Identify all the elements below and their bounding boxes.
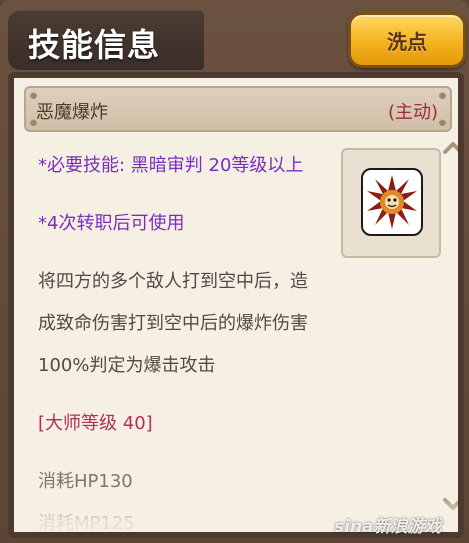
description-line: 将四方的多个敌人打到空中后，造 — [38, 271, 308, 292]
skill-icon-frame — [341, 148, 441, 258]
skill-header: 恶魔爆炸 (主动) — [24, 86, 452, 132]
reset-points-button[interactable]: 洗点 — [348, 12, 466, 68]
skill-detail-panel: 恶魔爆炸 (主动) *必要技能: 黑暗审判 20等级以上 *4次转职后可使用 将… — [8, 72, 464, 538]
master-level: [大师等级 40] — [38, 413, 153, 434]
rivet — [439, 92, 446, 99]
skill-info-window: 技能信息 洗点 恶魔爆炸 (主动) *必要技能: 黑暗审判 20等级以上 *4次… — [0, 0, 469, 543]
reset-points-label: 洗点 — [387, 29, 427, 54]
scroll-up-icon[interactable] — [443, 140, 463, 154]
demon-explosion-icon — [361, 168, 423, 236]
job-requirement: *4次转职后可使用 — [38, 213, 185, 234]
description-line: 成致命伤害打到空中后的爆炸伤害 — [38, 313, 308, 334]
watermark: sina新浪游戏 — [334, 517, 442, 537]
window-title: 技能信息 — [28, 26, 161, 64]
description-line: 100%判定为爆击攻击 — [38, 355, 216, 376]
rivet — [439, 119, 446, 126]
skill-name: 恶魔爆炸 — [36, 102, 108, 123]
hp-cost: 消耗HP130 — [38, 471, 133, 492]
required-skill: *必要技能: 黑暗审判 20等级以上 — [38, 155, 304, 176]
skill-type: (主动) — [387, 102, 438, 123]
